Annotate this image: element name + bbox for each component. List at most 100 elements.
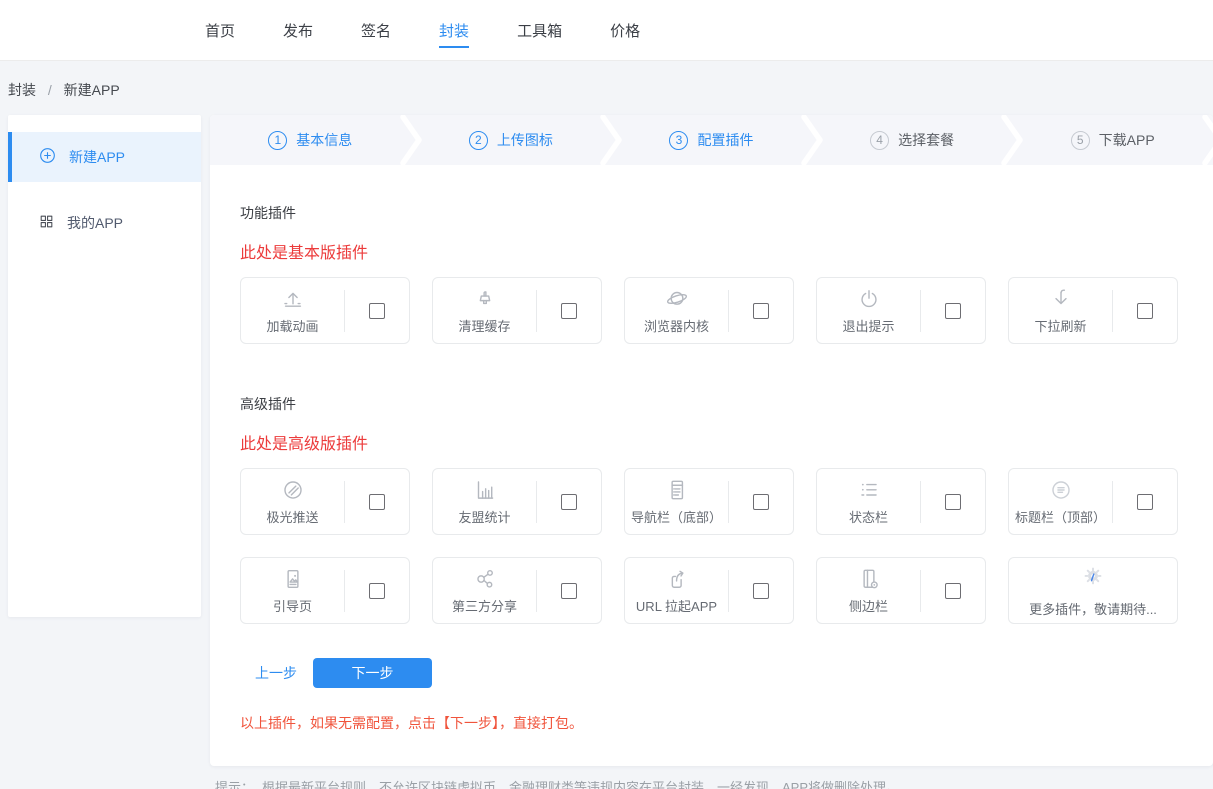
wizard-step[interactable]: 2 上传图标 — [411, 115, 612, 165]
plugin-card[interactable]: 加载动画 — [240, 277, 410, 344]
plugin-checkbox[interactable] — [945, 494, 961, 510]
plugin-label: 引导页 — [273, 596, 312, 615]
url-launch-app-icon — [664, 566, 690, 592]
plugin-card[interactable]: 侧边栏 — [816, 557, 986, 624]
section-title: 功能插件 — [240, 203, 1183, 223]
plugin-card-body: 下拉刷新 — [1009, 286, 1112, 335]
wizard-step[interactable]: 4 选择套餐 — [812, 115, 1013, 165]
plugin-checkbox[interactable] — [369, 494, 385, 510]
plugin-card[interactable]: 第三方分享 — [432, 557, 602, 624]
plugin-card-body: 浏览器内核 — [625, 286, 728, 335]
footer-hint-text: 根据最新平台规则，不允许区块链虚拟币、金融理财类等违规内容在平台封装，一经发现，… — [262, 780, 899, 789]
pull-refresh-arrow-icon — [1048, 286, 1074, 312]
loading-animation-icon — [280, 286, 306, 312]
plugin-card-body: 侧边栏 — [817, 566, 920, 615]
step-label: 上传图标 — [497, 130, 553, 150]
page: 首页发布签名封装工具箱价格 封装 / 新建APP 新建APP我的APP 1基本信… — [0, 0, 1213, 789]
plugin-label: 退出提示 — [842, 316, 894, 335]
plugin-card[interactable]: 下拉刷新 — [1008, 277, 1178, 344]
plugin-card[interactable]: 清理缓存 — [432, 277, 602, 344]
wizard-step[interactable]: 1基本信息 — [210, 115, 411, 165]
plugin-card[interactable]: URL 拉起APP — [624, 557, 794, 624]
plugin-card[interactable]: 状态栏 — [816, 468, 986, 535]
plugin-label: 浏览器内核 — [644, 316, 709, 335]
step-number: 3 — [669, 131, 688, 150]
plugin-card[interactable]: 更多插件，敬请期待... — [1008, 557, 1178, 624]
nav-item[interactable]: 工具箱 — [517, 0, 562, 60]
plugin-card-body: 极光推送 — [241, 477, 344, 526]
sidebar: 新建APP 我的APP — [8, 115, 201, 617]
footer-hint: 提示：根据最新平台规则，不允许区块链虚拟币、金融理财类等违规内容在平台封装，一经… — [215, 777, 1213, 789]
plugin-label: 极光推送 — [266, 507, 318, 526]
step-chevron-icon — [1199, 115, 1213, 170]
plugin-checkbox[interactable] — [753, 583, 769, 599]
plugin-checkbox[interactable] — [945, 583, 961, 599]
clean-cache-brush-icon — [472, 286, 498, 312]
plugin-card-body: 第三方分享 — [433, 566, 536, 615]
nav-item[interactable]: 签名 — [361, 0, 391, 60]
breadcrumb-current: 新建APP — [64, 82, 120, 98]
plugin-checkbox[interactable] — [1137, 303, 1153, 319]
plugin-checkbox[interactable] — [561, 303, 577, 319]
nav-item[interactable]: 首页 — [205, 0, 235, 60]
plugin-checkbox[interactable] — [561, 583, 577, 599]
panel-content: 功能插件此处是基本版插件加载动画清理缓存浏览器内核退出提示下拉刷新高级插件此处是… — [210, 165, 1213, 733]
side-bar-phone-icon — [856, 566, 882, 592]
prev-step-link[interactable]: 上一步 — [255, 663, 297, 683]
plugin-sections: 功能插件此处是基本版插件加载动画清理缓存浏览器内核退出提示下拉刷新高级插件此处是… — [240, 203, 1183, 624]
plugin-card-checkbox-area — [921, 494, 985, 510]
sidebar-item-label: 新建APP — [69, 147, 125, 167]
plugin-card-checkbox-area — [1113, 494, 1177, 510]
plugin-card[interactable]: 导航栏（底部） — [624, 468, 794, 535]
plugin-card-body: 标题栏（顶部） — [1009, 477, 1112, 526]
plugin-checkbox[interactable] — [753, 494, 769, 510]
sidebar-item[interactable]: 我的APP — [8, 198, 201, 248]
plugin-checkbox[interactable] — [369, 583, 385, 599]
plugin-card[interactable]: 标题栏（顶部） — [1008, 468, 1178, 535]
nav-item[interactable]: 价格 — [610, 0, 640, 60]
plugin-card-body: 状态栏 — [817, 477, 920, 526]
main-columns: 新建APP 我的APP 1基本信息 2 上传图标 3 配置插件 4 选择套餐 5下载APP 功能… — [0, 115, 1213, 766]
wizard-step[interactable]: 5下载APP — [1012, 115, 1213, 165]
plugin-card-checkbox-area — [729, 494, 793, 510]
step-wizard: 1基本信息 2 上传图标 3 配置插件 4 选择套餐 5下载APP — [210, 115, 1213, 165]
plugin-label: 标题栏（顶部） — [1015, 507, 1106, 526]
guide-page-image-icon — [280, 566, 306, 592]
status-bar-list-icon — [856, 477, 882, 503]
step-label: 选择套餐 — [898, 130, 954, 150]
plugin-label: 侧边栏 — [849, 596, 888, 615]
wizard-step[interactable]: 3 配置插件 — [611, 115, 812, 165]
plugin-card[interactable]: 极光推送 — [240, 468, 410, 535]
nav-item[interactable]: 封装 — [439, 0, 469, 60]
navbar-bottom-doc-icon — [664, 477, 690, 503]
plugin-checkbox[interactable] — [945, 303, 961, 319]
next-step-button[interactable]: 下一步 — [313, 658, 432, 688]
plugin-card-checkbox-area — [729, 303, 793, 319]
plugin-card[interactable]: 引导页 — [240, 557, 410, 624]
breadcrumb-section[interactable]: 封装 — [8, 82, 36, 98]
plugin-checkbox[interactable] — [753, 303, 769, 319]
step-label: 配置插件 — [697, 130, 753, 150]
section-note: 此处是基本版插件 — [240, 239, 1183, 263]
sidebar-item[interactable]: 新建APP — [8, 132, 201, 182]
plugin-label: 状态栏 — [849, 507, 888, 526]
plugin-card-checkbox-area — [729, 583, 793, 599]
plugin-card-checkbox-area — [537, 583, 601, 599]
plugin-card-checkbox-area — [1113, 303, 1177, 319]
plugin-card-body: URL 拉起APP — [625, 566, 728, 615]
sidebar-item-label: 我的APP — [67, 213, 123, 233]
main-panel: 1基本信息 2 上传图标 3 配置插件 4 选择套餐 5下载APP 功能插件此处是基本版插件加… — [210, 115, 1213, 766]
plugin-checkbox[interactable] — [369, 303, 385, 319]
plugin-card[interactable]: 友盟统计 — [432, 468, 602, 535]
plugin-checkbox[interactable] — [561, 494, 577, 510]
step-number: 2 — [469, 131, 488, 150]
plugin-checkbox[interactable] — [1137, 494, 1153, 510]
browser-kernel-planet-icon — [664, 286, 690, 312]
plus-circle-icon — [38, 146, 57, 168]
plugin-card[interactable]: 退出提示 — [816, 277, 986, 344]
step-number: 4 — [870, 131, 889, 150]
nav-item[interactable]: 发布 — [283, 0, 313, 60]
actions-row: 上一步 下一步 — [255, 658, 1183, 688]
plugin-card[interactable]: 浏览器内核 — [624, 277, 794, 344]
plugin-card-body: 清理缓存 — [433, 286, 536, 335]
